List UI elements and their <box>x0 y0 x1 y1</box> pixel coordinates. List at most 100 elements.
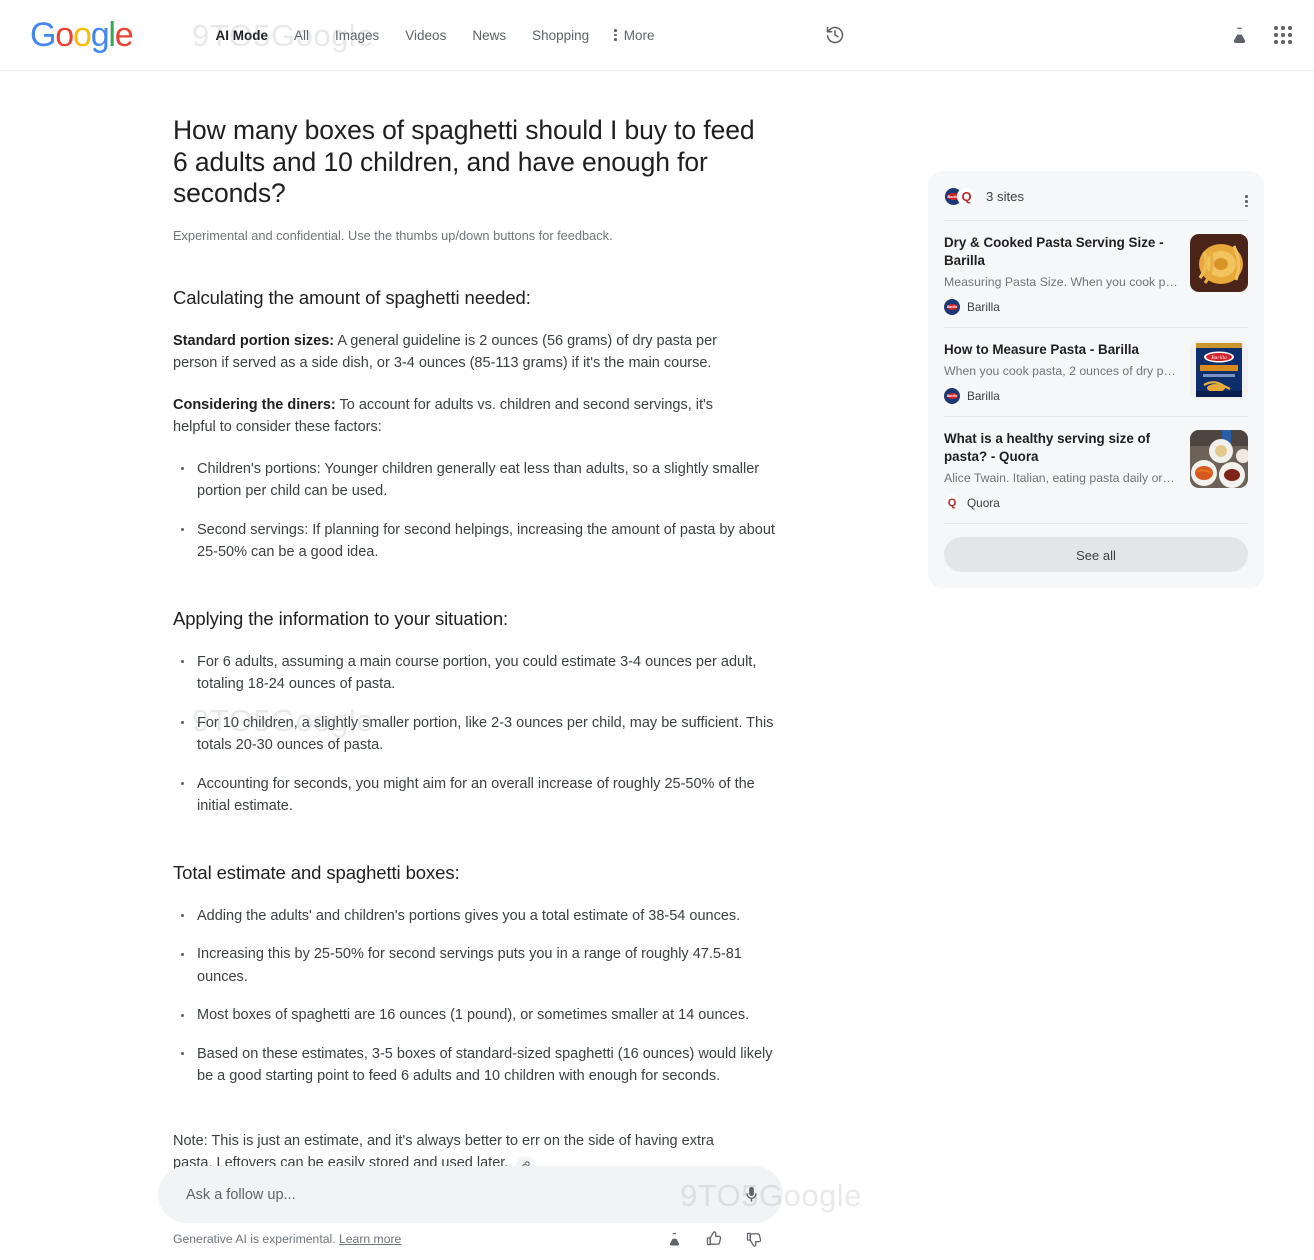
list-item: Based on these estimates, 3-5 boxes of s… <box>173 1043 777 1088</box>
labs-flask-icon <box>669 1232 680 1246</box>
followup-bar-wrapper <box>158 1166 783 1223</box>
nav-tab-all[interactable]: All <box>281 22 322 49</box>
thumb-up-icon <box>706 1231 722 1246</box>
answer-section-3: Total estimate and spaghetti boxes: Addi… <box>173 860 873 1088</box>
barilla-favicon: Barilla <box>944 299 960 316</box>
generative-ai-note: Generative AI is experimental. Learn mor… <box>173 1232 401 1246</box>
paragraph-lead: Considering the diners: <box>173 396 336 413</box>
source-title: What is a healthy serving size of pasta?… <box>944 431 1151 465</box>
apps-grid-icon <box>1274 26 1279 30</box>
answer-footer: Generative AI is experimental. Learn mor… <box>173 1230 763 1248</box>
sources-card-header: Barilla Q 3 sites <box>944 185 1248 208</box>
header-right-actions <box>1229 25 1292 46</box>
logo-letter-o1: o <box>55 16 74 54</box>
source-favicon-stack: Barilla Q <box>944 186 976 206</box>
sources-overflow-button[interactable] <box>1245 185 1248 208</box>
page-title: How many boxes of spaghetti should I buy… <box>173 115 755 208</box>
list-item: For 6 adults, assuming a main course por… <box>173 651 777 696</box>
nav-tab-shopping[interactable]: Shopping <box>519 22 602 49</box>
source-snippet: Measuring Pasta Size. When you cook past… <box>944 275 1178 290</box>
pasta-nest-thumbnail <box>1190 234 1248 293</box>
experimental-disclaimer: Experimental and confidential. Use the t… <box>173 227 613 243</box>
list-item: For 10 children, a slightly smaller port… <box>173 712 777 757</box>
voice-search-button[interactable] <box>742 1185 761 1204</box>
nav-more-button[interactable]: More <box>602 27 655 43</box>
list-item: Accounting for seconds, you might aim fo… <box>173 773 777 818</box>
source-snippet: Alice Twain. Italian, eating pasta daily… <box>944 471 1178 486</box>
section-bullet-list: For 6 adults, assuming a main course por… <box>173 651 873 818</box>
source-publisher-name: Barilla <box>967 389 1000 404</box>
nav-tab-images[interactable]: Images <box>322 22 392 49</box>
answer-section-2: Applying the information to your situati… <box>173 606 873 818</box>
section-bullet-list: Adding the adults' and children's portio… <box>173 905 873 1088</box>
barilla-box-thumbnail: Barilla <box>1190 341 1248 400</box>
sites-count-label: 3 sites <box>986 188 1025 204</box>
history-icon <box>826 26 843 44</box>
thumb-down-icon <box>746 1232 762 1247</box>
source-title: How to Measure Pasta - Barilla <box>944 342 1139 358</box>
sources-column: Barilla Q 3 sites Dry & Cooked Pasta Ser… <box>928 71 1264 1248</box>
source-text: How to Measure Pasta - Barilla When you … <box>944 341 1190 405</box>
list-item: Children's portions: Younger children ge… <box>173 458 777 503</box>
source-list-item[interactable]: How to Measure Pasta - Barilla When you … <box>944 327 1248 416</box>
logo-letter-e: e <box>114 16 134 54</box>
pasta-plates-thumbnail <box>1190 430 1248 489</box>
google-apps-button[interactable] <box>1274 26 1292 44</box>
page-body: How many boxes of spaghetti should I buy… <box>0 71 1314 1248</box>
quora-favicon: Q <box>957 186 976 206</box>
list-item: Second servings: If planning for second … <box>173 519 777 564</box>
nav-tab-news[interactable]: News <box>459 22 519 49</box>
barilla-favicon: Barilla <box>944 388 960 405</box>
search-history-button[interactable] <box>825 25 845 45</box>
source-publisher: Q Quora <box>944 495 1178 512</box>
feedback-actions <box>666 1230 763 1248</box>
more-vert-icon <box>1245 195 1248 208</box>
source-snippet: When you cook pasta, 2 ounces of dry pas… <box>944 364 1178 379</box>
thumbs-up-button[interactable] <box>705 1230 723 1248</box>
section-bullet-list: Children's portions: Younger children ge… <box>173 458 873 564</box>
source-list-item[interactable]: What is a healthy serving size of pasta?… <box>944 416 1248 523</box>
list-item: Increasing this by 25-50% for second ser… <box>173 943 777 988</box>
svg-text:Barilla: Barilla <box>1211 355 1227 361</box>
primary-nav: AI Mode All Images Videos News Shopping … <box>202 22 654 49</box>
section-heading: Calculating the amount of spaghetti need… <box>173 286 531 308</box>
nav-tab-ai-mode[interactable]: AI Mode <box>202 22 281 49</box>
sources-divider <box>944 523 1248 525</box>
source-text: What is a healthy serving size of pasta?… <box>944 430 1190 512</box>
logo-letter-G: G <box>30 16 56 54</box>
paragraph-lead: Standard portion sizes: <box>173 332 335 349</box>
google-logo[interactable]: Google <box>30 16 134 54</box>
thumbs-down-button[interactable] <box>745 1230 763 1248</box>
more-vert-icon <box>614 29 617 41</box>
source-list-item[interactable]: Dry & Cooked Pasta Serving Size - Barill… <box>944 220 1248 327</box>
learn-more-link[interactable]: Learn more <box>339 1232 401 1246</box>
source-publisher-name: Quora <box>967 496 1000 511</box>
source-publisher: Barilla Barilla <box>944 388 1178 405</box>
answer-section-1: Calculating the amount of spaghetti need… <box>173 285 873 564</box>
nav-more-label: More <box>623 27 655 43</box>
source-publisher: Barilla Barilla <box>944 299 1178 316</box>
list-item: Adding the adults' and children's portio… <box>173 905 777 928</box>
logo-letter-g: g <box>90 16 110 54</box>
section-paragraph: Considering the diners: To account for a… <box>173 394 753 439</box>
followup-input[interactable] <box>184 1185 742 1204</box>
microphone-icon <box>746 1186 757 1202</box>
section-paragraph: Standard portion sizes: A general guidel… <box>173 330 753 375</box>
ai-answer-column: How many boxes of spaghetti should I buy… <box>173 71 873 1248</box>
labs-feedback-button[interactable] <box>666 1231 683 1248</box>
section-heading: Applying the information to your situati… <box>173 607 509 629</box>
labs-flask-icon <box>1234 27 1246 43</box>
section-heading: Total estimate and spaghetti boxes: <box>173 861 460 883</box>
followup-bar[interactable] <box>158 1166 783 1223</box>
see-all-button[interactable]: See all <box>944 537 1248 573</box>
list-item: Most boxes of spaghetti are 16 ounces (1… <box>173 1004 777 1027</box>
labs-button[interactable] <box>1229 25 1250 46</box>
top-header: Google AI Mode All Images Videos News Sh… <box>0 0 1314 71</box>
source-text: Dry & Cooked Pasta Serving Size - Barill… <box>944 234 1190 316</box>
nav-tab-videos[interactable]: Videos <box>392 22 459 49</box>
generative-ai-note-text: Generative AI is experimental. <box>173 1232 336 1246</box>
source-title: Dry & Cooked Pasta Serving Size - Barill… <box>944 235 1164 269</box>
source-publisher-name: Barilla <box>967 300 1000 315</box>
sources-card: Barilla Q 3 sites Dry & Cooked Pasta Ser… <box>928 171 1264 589</box>
logo-letter-o2: o <box>72 16 92 54</box>
